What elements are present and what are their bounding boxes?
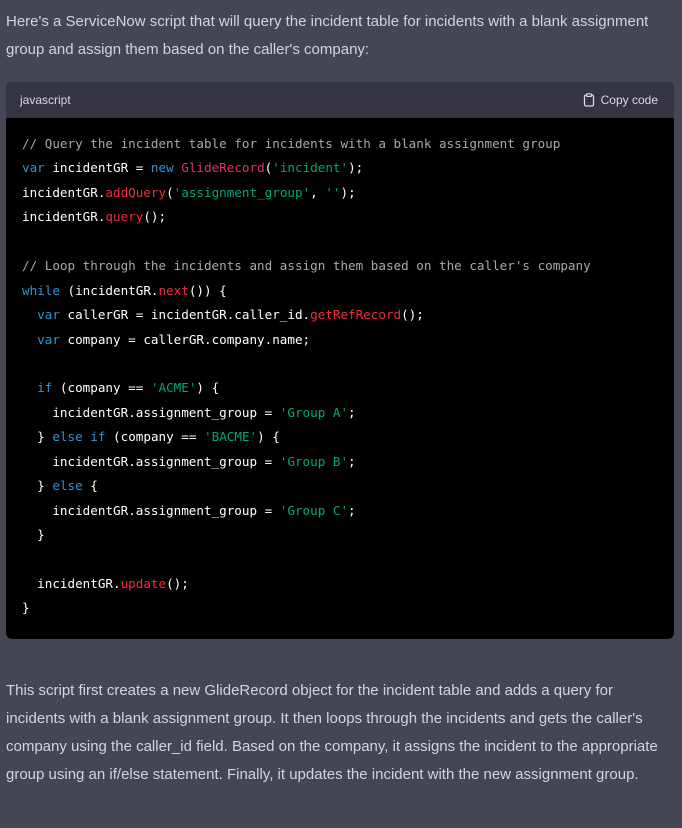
code-block: javascript Copy code // Query the incide…	[6, 82, 674, 639]
code-line: var company = callerGR.company.name;	[22, 328, 658, 352]
code-token: ;	[348, 404, 356, 420]
explanation-paragraph: This script first creates a new GlideRec…	[6, 682, 658, 783]
code-token: );	[340, 184, 356, 200]
code-token: ,	[310, 184, 326, 200]
code-line: incidentGR.update();	[22, 572, 658, 596]
code-token: incidentGR.assignment_group =	[22, 453, 280, 469]
code-token: // Query the incident table for incident…	[22, 136, 561, 151]
code-line: } else if (company == 'BACME') {	[22, 425, 658, 449]
code-token: while	[22, 282, 60, 298]
code-line: }	[22, 596, 658, 620]
code-line: // Query the incident table for incident…	[22, 132, 658, 156]
intro-paragraph: Here's a ServiceNow script that will que…	[6, 13, 649, 58]
code-token: var	[37, 331, 60, 347]
code-token: 'Group A'	[279, 404, 349, 420]
code-token: (company ==	[52, 380, 151, 396]
code-token: ) {	[257, 429, 280, 445]
clipboard-icon	[583, 93, 595, 107]
code-token: ();	[143, 209, 167, 225]
code-token: new	[150, 160, 174, 176]
code-token: next	[158, 282, 189, 298]
code-token: company = callerGR.company.name;	[59, 331, 311, 347]
code-token: if	[90, 429, 106, 445]
code-token: incidentGR.	[22, 575, 121, 591]
code-token: 'BACME'	[204, 429, 258, 445]
code-line: while (incidentGR.next()) {	[22, 279, 658, 303]
code-line: incidentGR.assignment_group = 'Group A';	[22, 401, 658, 425]
code-token: 'Group B'	[279, 453, 349, 469]
code-token: incidentGR.	[22, 209, 106, 225]
code-token: }	[22, 478, 53, 494]
code-token: }	[22, 527, 45, 542]
code-token: // Loop through the incidents and assign…	[22, 258, 591, 274]
code-token: var	[22, 160, 45, 176]
code-token: if	[37, 380, 53, 396]
code-token: callerGR = incidentGR.caller_id.	[59, 307, 311, 323]
copy-code-label: Copy code	[600, 93, 658, 107]
code-token: );	[348, 160, 364, 176]
code-line: } else {	[22, 474, 658, 498]
code-token: addQuery	[105, 184, 167, 200]
code-token: var	[37, 307, 60, 323]
code-token: ;	[348, 453, 356, 469]
code-token: ();	[166, 575, 189, 591]
code-line: }	[22, 523, 658, 547]
code-token: update	[120, 575, 167, 591]
code-token: else	[52, 429, 83, 445]
code-line: var callerGR = incidentGR.caller_id.getR…	[22, 303, 658, 327]
code-line: incidentGR.assignment_group = 'Group B';	[22, 450, 658, 474]
code-content: // Query the incident table for incident…	[6, 118, 674, 621]
code-token: incidentGR =	[44, 160, 151, 176]
code-token: getRefRecord	[310, 307, 402, 323]
code-line: incidentGR.assignment_group = 'Group C';	[22, 499, 658, 523]
code-token: 'incident'	[272, 160, 349, 176]
code-line: incidentGR.query();	[22, 205, 658, 229]
code-token: }	[22, 429, 53, 445]
code-token: ()) {	[188, 282, 227, 298]
code-line: // Loop through the incidents and assign…	[22, 254, 658, 278]
code-token: ;	[348, 502, 356, 518]
code-token: incidentGR.	[22, 184, 106, 200]
code-token: query	[105, 209, 144, 225]
code-token: 'assignment_group'	[173, 184, 311, 200]
code-token: incidentGR.assignment_group =	[22, 502, 280, 518]
code-token: incidentGR.assignment_group =	[22, 404, 280, 420]
code-token: (company ==	[105, 429, 205, 445]
code-token: GlideRecord	[181, 160, 265, 176]
code-block-header: javascript Copy code	[6, 82, 674, 118]
code-token: (incidentGR.	[59, 282, 159, 298]
code-line: incidentGR.addQuery('assignment_group', …	[22, 181, 658, 205]
code-token: ();	[401, 307, 424, 323]
code-line: var incidentGR = new GlideRecord('incide…	[22, 156, 658, 180]
code-token: 'Group C'	[279, 502, 349, 518]
code-token: ''	[325, 184, 341, 200]
copy-code-button[interactable]: Copy code	[583, 93, 658, 107]
code-token: else	[52, 478, 83, 494]
code-token: }	[22, 600, 30, 616]
code-token: 'ACME'	[150, 380, 197, 396]
code-token: {	[82, 478, 98, 494]
code-language-label: javascript	[20, 93, 71, 107]
code-token: (	[166, 184, 174, 200]
code-line: if (company == 'ACME') {	[22, 376, 658, 400]
code-token: ) {	[196, 380, 220, 396]
